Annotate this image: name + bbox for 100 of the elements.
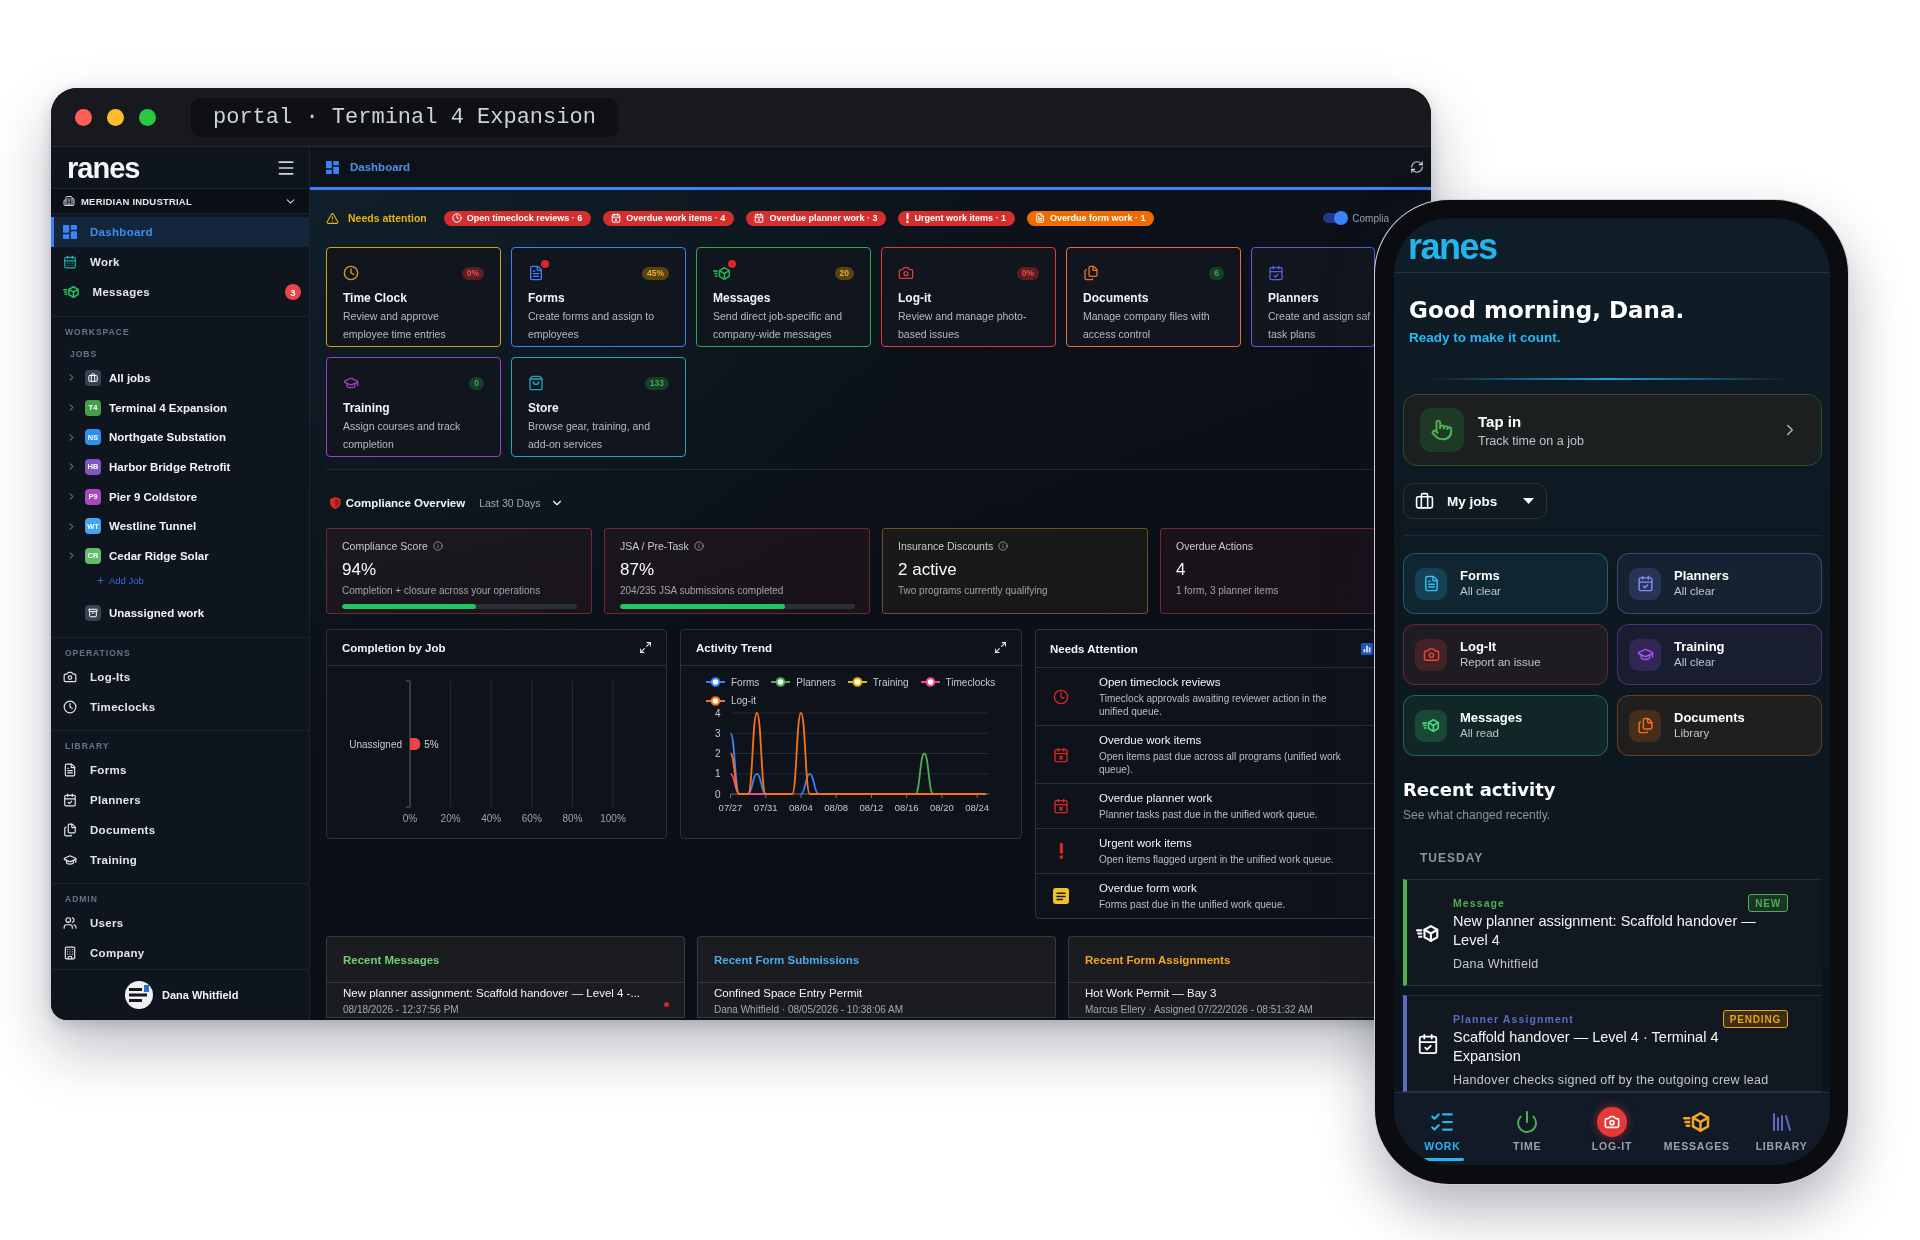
module-card[interactable]: 0% Time Clock Review and approve employee time entries: [326, 247, 501, 347]
legend-label: Timeclocks: [945, 676, 996, 688]
attention-item-title[interactable]: Overdue form work: [1099, 881, 1286, 896]
activity-card[interactable]: Planner Assignment PENDING Scaffold handover — Level 4 · Terminal 4 Expansion Handover checks signed off by the outgoing crew lead: [1403, 995, 1822, 1092]
nav-item[interactable]: Company: [51, 937, 309, 968]
list-item[interactable]: New planner assignment: Scaffold handover — Level 4 -... 08/18/2026 - 12:37:56 PM: [327, 983, 684, 1018]
organization-dropdown[interactable]: MERIDIAN INDUSTRIAL: [51, 188, 309, 214]
warning-icon: [326, 211, 339, 225]
nav-tab[interactable]: LIBRARY: [1739, 1093, 1824, 1165]
close-button[interactable]: [75, 108, 92, 126]
list-item-meta: Marcus Ellery · Assigned 07/22/2026 - 08:51:32 AM: [1085, 1003, 1314, 1017]
building-icon: [63, 945, 77, 960]
attention-item-description: Forms past due in the unified work queue.: [1099, 898, 1286, 911]
module-card[interactable]: 45% Forms Create forms and assign to employees: [511, 247, 686, 347]
metric-note: Two programs currently qualifying: [898, 584, 1049, 598]
expand-button[interactable]: [639, 641, 652, 654]
exclamation-icon: [906, 213, 910, 223]
window-title: portal · Terminal 4 Expansion: [191, 97, 618, 137]
shopping-bag-icon: [528, 375, 544, 391]
nav-item[interactable]: Planners: [51, 784, 309, 815]
axis-tick-label: 2: [714, 748, 721, 759]
attention-item-title[interactable]: Overdue work items: [1099, 733, 1341, 748]
add-job-link[interactable]: Add Job: [51, 570, 144, 591]
nav-item[interactable]: Timeclocks: [51, 691, 309, 722]
minimize-button[interactable]: [107, 108, 124, 126]
legend-label: Forms: [731, 676, 760, 688]
metric-value: 87%: [620, 559, 656, 581]
expand-button[interactable]: [994, 641, 1007, 654]
alert-chip[interactable]: Overdue work items · 4: [603, 210, 735, 226]
nav-tab[interactable]: WORK: [1400, 1093, 1485, 1165]
section-title: Compliance Overview: [345, 497, 466, 509]
alert-chip[interactable]: Open timeclock reviews · 6: [443, 210, 592, 226]
job-item[interactable]: All jobs: [51, 363, 309, 393]
period-dropdown[interactable]: Last 30 Days: [479, 496, 565, 510]
unassigned-work-item[interactable]: Unassigned work: [51, 597, 309, 628]
panel-title: Completion by Job: [342, 641, 446, 654]
axis-tick-label: 4: [714, 708, 721, 719]
nav-item[interactable]: Dashboard: [51, 217, 309, 247]
card-description: Manage company files with access control: [1083, 309, 1210, 342]
nav-tab[interactable]: TIME: [1484, 1093, 1570, 1165]
axis-tick-label: 60%: [521, 813, 542, 824]
nav-tab[interactable]: LOG-IT: [1569, 1093, 1655, 1165]
nav-item[interactable]: Users: [51, 907, 309, 938]
count-badge: 0%: [1016, 266, 1039, 280]
clock-icon: [343, 265, 359, 281]
shortcut-tile[interactable]: Documents Library: [1617, 695, 1822, 756]
attention-item-title[interactable]: Urgent work items: [1099, 836, 1334, 851]
axis-tick-label: 08/08: [824, 802, 849, 813]
alert-chip[interactable]: Urgent work items · 1: [898, 210, 1015, 226]
legend-label: Log-it: [731, 695, 756, 706]
metric-value: 4: [1176, 559, 1187, 581]
module-card[interactable]: 0 Training Assign courses and track completion: [326, 357, 501, 457]
attention-item-title[interactable]: Overdue planner work: [1099, 791, 1318, 806]
axis-tick-label: 3: [714, 727, 721, 739]
toggle-switch[interactable]: [1322, 211, 1349, 225]
nav-item[interactable]: Documents: [51, 814, 309, 845]
nav-item[interactable]: Work: [51, 247, 309, 277]
my-jobs-dropdown[interactable]: My jobs: [1403, 483, 1547, 519]
caret-down-icon: [1523, 498, 1534, 504]
card-title: Log-it: [898, 290, 933, 307]
exclamation-icon: [1058, 843, 1064, 859]
nav-item[interactable]: Log-Its: [51, 661, 309, 692]
metric-label: JSA / Pre-Task: [620, 540, 689, 552]
shortcut-tile[interactable]: Forms All clear: [1403, 553, 1608, 614]
metric-label: Overdue Actions: [1176, 540, 1254, 552]
card-title: Time Clock: [343, 290, 408, 307]
metric-note: 204/235 JSA submissions completed: [620, 584, 785, 598]
nav-item[interactable]: Forms: [51, 754, 309, 785]
shortcut-tile[interactable]: Log-It Report an issue: [1403, 624, 1608, 685]
nav-tab[interactable]: MESSAGES: [1654, 1093, 1740, 1165]
module-card[interactable]: 0% Log-it Review and manage photo- based issues: [881, 247, 1056, 347]
shortcut-tile[interactable]: Messages All read: [1403, 695, 1608, 756]
axis-tick-label: 08/12: [859, 802, 884, 813]
shortcut-tile[interactable]: Planners All clear: [1617, 553, 1822, 614]
module-card[interactable]: 20 Messages Send direct job-specific and company-wide messages: [696, 247, 871, 347]
chart-icon: [1361, 642, 1373, 655]
shortcut-tile[interactable]: Training All clear: [1617, 624, 1822, 685]
zoom-button[interactable]: [139, 108, 156, 126]
card-title: Documents: [1083, 290, 1150, 307]
logo: ranes: [1408, 229, 1497, 265]
module-card[interactable]: 133 Store Browse gear, training, and add-on services: [511, 357, 686, 457]
list-item[interactable]: Confined Space Entry Permit Dana Whitfield · 08/05/2026 - 10:38:06 AM: [698, 983, 1055, 1018]
alert-chip[interactable]: Overdue planner work · 3: [746, 210, 887, 226]
activity-card[interactable]: Message NEW New planner assignment: Scaffold handover — Level 4 Dana Whitfield: [1403, 879, 1822, 986]
greeting: Good morning, Dana.: [1408, 296, 1686, 324]
nav-item[interactable]: Messages 3: [51, 277, 309, 307]
tap-in-button[interactable]: Tap in Track time on a job: [1403, 394, 1822, 466]
list-item-meta: 08/18/2026 - 12:37:56 PM: [343, 1003, 460, 1017]
module-card[interactable]: 6 Documents Manage company files with access control: [1066, 247, 1241, 347]
axis-tick-label: 07/27: [718, 802, 743, 813]
attention-item-title[interactable]: Open timeclock reviews: [1099, 675, 1327, 690]
expand-icon: [639, 641, 652, 654]
module-card[interactable]: Planners Create and assign saf task plans: [1251, 247, 1375, 347]
card-title: Training: [343, 400, 391, 417]
camera-icon: [63, 669, 77, 684]
user-name: Dana Whitfield: [162, 989, 239, 1001]
nav-item[interactable]: Training: [51, 844, 309, 875]
refresh-button[interactable]: [1410, 160, 1424, 174]
list-item-title: New planner assignment: Scaffold handover — Level 4 -...: [343, 986, 642, 1001]
axis-tick-label: 08/20: [930, 802, 954, 813]
